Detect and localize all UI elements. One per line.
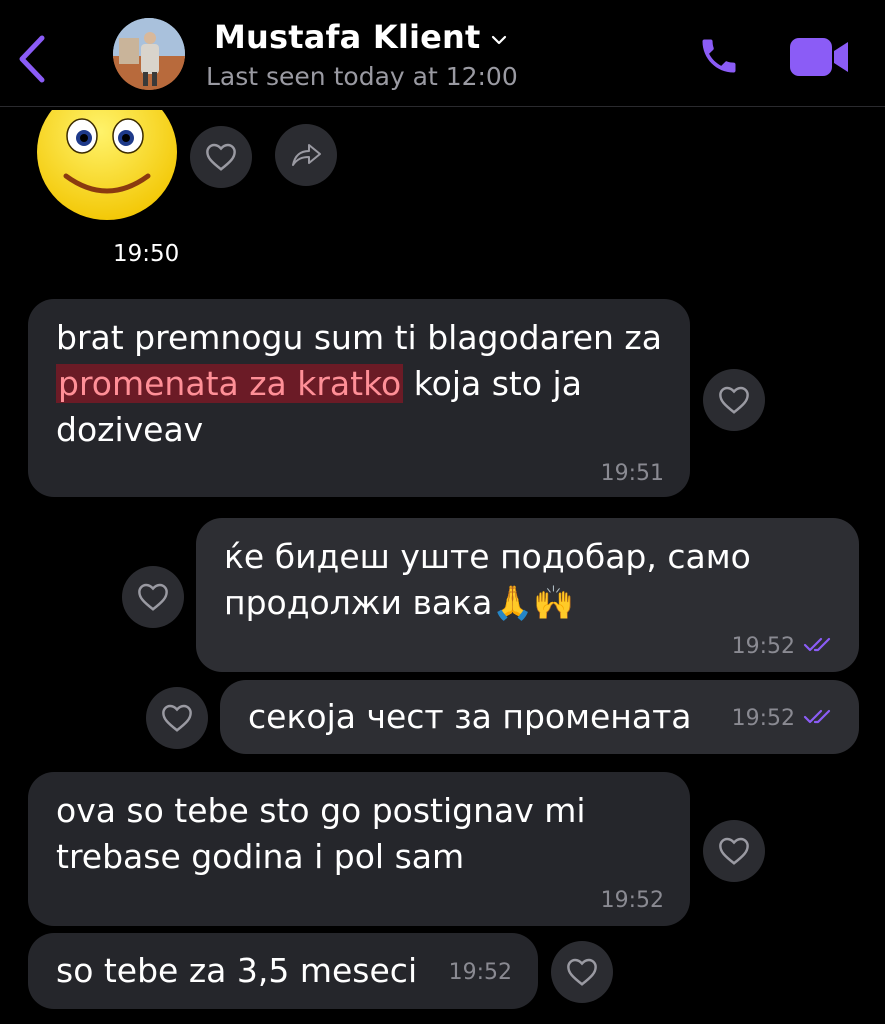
message-time: 19:52 bbox=[449, 960, 512, 985]
time-label: 19:51 bbox=[600, 461, 664, 486]
time-label: 19:52 bbox=[448, 960, 512, 985]
heart-icon bbox=[138, 583, 168, 611]
contact-title[interactable]: Mustafa Klient bbox=[214, 18, 507, 56]
message-heart-button[interactable] bbox=[146, 687, 208, 749]
message-text: ќе бидеш уште подобар, само продолжи вак… bbox=[224, 537, 751, 622]
avatar[interactable] bbox=[113, 18, 185, 90]
highlighted-text: promenata za kratko bbox=[56, 364, 404, 403]
read-ticks-icon bbox=[803, 706, 837, 731]
time-label: 19:52 bbox=[731, 634, 795, 659]
message-meta: 19:52 bbox=[732, 634, 837, 659]
message-heart-button[interactable] bbox=[551, 941, 613, 1003]
contact-name[interactable]: Mustafa Klient bbox=[214, 18, 481, 56]
message-text: секоја чест за промената bbox=[248, 697, 692, 736]
message-bubble-incoming[interactable]: so tebe za 3,5 meseci 19:52 bbox=[28, 933, 538, 1009]
heart-icon bbox=[162, 704, 192, 732]
sticker-time: 19:50 bbox=[113, 241, 180, 267]
message-meta: 19:52 bbox=[732, 706, 837, 731]
message-bubble-outgoing[interactable]: секоја чест за промената 19:52 bbox=[220, 680, 859, 754]
message-text-part: brat premnogu sum ti blagodaren za bbox=[56, 318, 662, 357]
last-seen-status: Last seen today at 12:00 bbox=[206, 62, 518, 91]
message-bubble-incoming[interactable]: brat premnogu sum ti blagodaren za prome… bbox=[28, 299, 690, 497]
sticker-heart-button[interactable] bbox=[190, 126, 252, 188]
forward-arrow-icon bbox=[292, 144, 321, 166]
time-label: 19:52 bbox=[731, 706, 795, 731]
message-heart-button[interactable] bbox=[122, 566, 184, 628]
message-bubble-outgoing[interactable]: ќе бидеш уште подобар, само продолжи вак… bbox=[196, 518, 859, 672]
heart-icon bbox=[567, 958, 597, 986]
share-button[interactable] bbox=[275, 124, 337, 186]
message-time: 19:51 bbox=[601, 461, 664, 486]
smiley-sticker-icon[interactable] bbox=[36, 84, 178, 222]
message-time: 19:52 bbox=[601, 888, 664, 913]
heart-icon bbox=[719, 837, 749, 865]
back-arrow-icon[interactable] bbox=[14, 34, 50, 84]
heart-icon bbox=[719, 386, 749, 414]
video-call-icon[interactable] bbox=[790, 36, 850, 78]
chat-header: Mustafa Klient Last seen today at 12:00 bbox=[0, 0, 885, 107]
message-heart-button[interactable] bbox=[703, 369, 765, 431]
message-text: so tebe za 3,5 meseci bbox=[56, 951, 418, 990]
message-bubble-incoming[interactable]: ova so tebe sto go postignav mi trebase … bbox=[28, 772, 690, 926]
chevron-down-icon[interactable] bbox=[491, 31, 507, 50]
phone-icon[interactable] bbox=[697, 34, 741, 78]
message-text: ova so tebe sto go postignav mi trebase … bbox=[56, 791, 586, 876]
heart-icon bbox=[206, 143, 236, 171]
message-text: brat premnogu sum ti blagodaren za prome… bbox=[56, 315, 666, 453]
message-heart-button[interactable] bbox=[703, 820, 765, 882]
read-ticks-icon bbox=[803, 634, 837, 659]
time-label: 19:52 bbox=[600, 888, 664, 913]
